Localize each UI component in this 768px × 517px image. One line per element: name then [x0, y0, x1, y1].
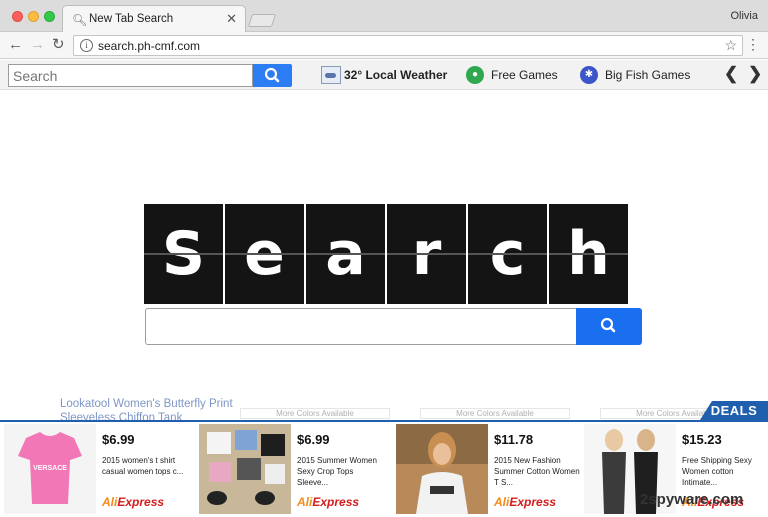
- chevron-right-icon[interactable]: ❯: [748, 64, 762, 84]
- browser-toolbar: ← → ↻ i search.ph-cmf.com ☆ ⋮: [0, 32, 768, 59]
- bookmark-star-icon[interactable]: ☆: [724, 37, 737, 54]
- logo-letter: r: [387, 204, 466, 304]
- deal-description: 2015 New Fashion Summer Cotton Women T S…: [494, 456, 580, 487]
- close-tab-icon[interactable]: ✕: [226, 11, 237, 27]
- main-search-input[interactable]: [145, 308, 577, 345]
- address-bar[interactable]: i search.ph-cmf.com ☆: [73, 35, 743, 56]
- search-logo: S e a r c h: [144, 204, 628, 304]
- logo-letter: S: [144, 204, 223, 304]
- logo-letter: c: [468, 204, 547, 304]
- deal-description: 2015 women's t shirt casual women tops c…: [102, 456, 184, 476]
- deal-description: Free Shipping Sexy Women cotton Intimate…: [682, 456, 752, 487]
- tab-new-tab-search[interactable]: 🔍︎ New Tab Search ✕: [62, 5, 246, 33]
- extension-search-button[interactable]: [253, 64, 292, 87]
- deal-price: $15.23: [682, 432, 722, 447]
- more-colors-label: More Colors Available: [240, 408, 390, 419]
- fashion-model-image: [396, 424, 488, 514]
- reload-icon[interactable]: ↻: [52, 36, 65, 54]
- search-icon: [600, 317, 616, 333]
- profile-name[interactable]: Olivia: [730, 10, 758, 22]
- big-fish-label: Big Fish Games: [605, 68, 691, 82]
- aliexpress-logo: AliExpress: [494, 495, 557, 509]
- local-weather-link[interactable]: 32° Local Weather: [321, 66, 447, 84]
- extension-bar: 32° Local Weather ● Free Games ✱ Big Fis…: [0, 60, 768, 90]
- extension-search-input[interactable]: [8, 64, 253, 87]
- free-games-label: Free Games: [491, 68, 558, 82]
- deal-price: $11.78: [494, 432, 534, 447]
- deal-item[interactable]: VERSACE $6.99 2015 women's t shirt casua…: [0, 424, 190, 514]
- deal-item[interactable]: $6.99 2015 Summer Women Sexy Crop Tops S…: [195, 424, 385, 514]
- logo-letter: e: [225, 204, 304, 304]
- forward-icon[interactable]: →: [30, 36, 45, 54]
- big-fish-icon: ✱: [580, 66, 598, 84]
- deal-price: $6.99: [102, 432, 135, 447]
- search-icon: [264, 67, 280, 83]
- big-fish-games-link[interactable]: ✱ Big Fish Games: [580, 66, 690, 84]
- pink-tshirt-image: VERSACE: [4, 424, 96, 514]
- free-games-link[interactable]: ● Free Games: [466, 66, 558, 84]
- maximize-window-button[interactable]: [44, 11, 55, 22]
- crop-tops-image: [199, 424, 291, 514]
- deal-price: $6.99: [297, 432, 330, 447]
- back-icon[interactable]: ←: [8, 36, 23, 54]
- tab-title: New Tab Search: [89, 13, 174, 25]
- weather-icon: [321, 66, 341, 84]
- person-icon: ●: [466, 66, 484, 84]
- svg-text:VERSACE: VERSACE: [33, 465, 67, 472]
- main-search-button[interactable]: [576, 308, 642, 345]
- search-icon: 🔍︎: [72, 13, 88, 27]
- minimize-window-button[interactable]: [28, 11, 39, 22]
- url-text: search.ph-cmf.com: [98, 39, 201, 53]
- weather-label: 32° Local Weather: [344, 68, 448, 82]
- new-tab-button[interactable]: [247, 14, 277, 27]
- aliexpress-logo: AliExpress: [297, 495, 360, 509]
- title-bar: 🔍︎ New Tab Search ✕ Olivia: [0, 0, 768, 33]
- aliexpress-logo: AliExpress: [102, 495, 165, 509]
- chevron-left-icon[interactable]: ❮: [724, 64, 738, 84]
- logo-letter: a: [306, 204, 385, 304]
- more-colors-label: More Colors Available: [420, 408, 570, 419]
- deal-description: 2015 Summer Women Sexy Crop Tops Sleeve.…: [297, 456, 377, 487]
- menu-icon[interactable]: ⋮: [746, 35, 760, 53]
- deal-item[interactable]: $11.78 2015 New Fashion Summer Cotton Wo…: [392, 424, 582, 514]
- close-window-button[interactable]: [12, 11, 23, 22]
- info-icon[interactable]: i: [80, 39, 93, 52]
- watermark: 2spyware.com: [640, 491, 744, 508]
- deals-tag[interactable]: DEALS: [700, 401, 768, 420]
- logo-letter: h: [549, 204, 628, 304]
